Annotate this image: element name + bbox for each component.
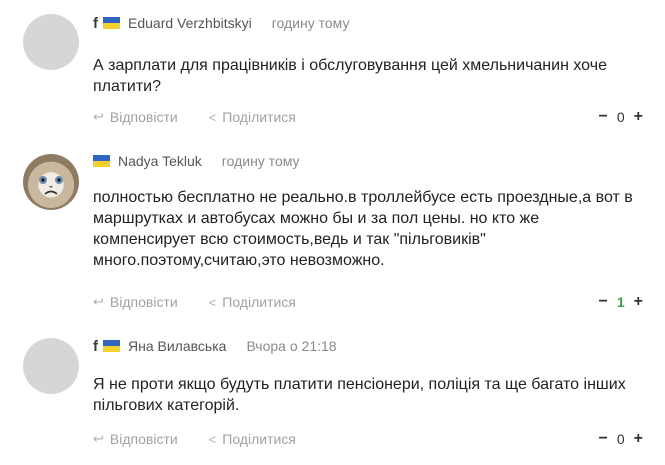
share-label: Поділитися (222, 109, 296, 125)
facebook-icon: f (93, 337, 98, 355)
author-name[interactable]: Яна Вилавська (128, 338, 226, 354)
author-name[interactable]: Eduard Verzhbitskyi (128, 15, 252, 31)
reply-icon: ↩ (93, 431, 104, 446)
upvote-button[interactable]: + (634, 293, 643, 311)
vote-controls: − 0 + (599, 107, 643, 127)
reply-label: Відповісти (109, 109, 178, 125)
reply-icon: ↩ (93, 109, 104, 124)
comment-time: годину тому (271, 15, 350, 31)
grumpy-cat-avatar-image (39, 176, 63, 195)
comment-meta: f Яна Вилавська Вчора о 21:18 (93, 336, 337, 356)
avatar[interactable] (23, 154, 79, 210)
comment-time: Вчора о 21:18 (246, 338, 337, 354)
ukraine-flag-icon (93, 155, 110, 167)
vote-score: 1 (616, 294, 625, 310)
reply-icon: ↩ (93, 294, 104, 309)
avatar[interactable] (23, 14, 79, 70)
reply-button[interactable]: ↩ Відповісти (93, 431, 178, 447)
share-button[interactable]: < Поділитися (209, 109, 296, 125)
reply-label: Відповісти (109, 431, 178, 447)
vote-score: 0 (616, 109, 625, 125)
share-button[interactable]: < Поділитися (209, 431, 296, 447)
vote-controls: − 0 + (599, 429, 643, 449)
share-label: Поділитися (222, 294, 296, 310)
share-icon: < (208, 109, 217, 125)
reply-button[interactable]: ↩ Відповісти (93, 294, 178, 310)
comment-meta: Nadya Tekluk годину тому (93, 151, 300, 171)
downvote-button[interactable]: − (599, 430, 608, 448)
vote-score: 0 (616, 431, 625, 447)
comment-actions: ↩ Відповісти < Поділитися (93, 107, 296, 127)
share-button[interactable]: < Поділитися (209, 294, 296, 310)
comment-text: полностью бесплатно не реально.в троллей… (93, 189, 633, 269)
downvote-button[interactable]: − (599, 293, 608, 311)
comment-text: А зарплати для працівників і обслуговува… (93, 57, 607, 95)
share-label: Поділитися (222, 431, 296, 447)
comment-actions: ↩ Відповісти < Поділитися (93, 429, 296, 449)
author-name[interactable]: Nadya Tekluk (118, 153, 202, 169)
downvote-button[interactable]: − (599, 108, 608, 126)
vote-controls: − 1 + (599, 292, 643, 312)
ukraine-flag-icon (103, 340, 120, 352)
share-icon: < (208, 294, 217, 310)
upvote-button[interactable]: + (634, 108, 643, 126)
upvote-button[interactable]: + (634, 430, 643, 448)
comment-time: годину тому (221, 153, 300, 169)
reply-label: Відповісти (109, 294, 178, 310)
reply-button[interactable]: ↩ Відповісти (93, 109, 178, 125)
ukraine-flag-icon (103, 17, 120, 29)
comment-meta: f Eduard Verzhbitskyi годину тому (93, 13, 349, 33)
facebook-icon: f (93, 14, 98, 32)
comment-text: Я не проти якщо будуть платити пенсіонер… (93, 376, 626, 414)
share-icon: < (208, 431, 217, 447)
avatar[interactable] (23, 338, 79, 394)
comment-actions: ↩ Відповісти < Поділитися (93, 292, 296, 312)
